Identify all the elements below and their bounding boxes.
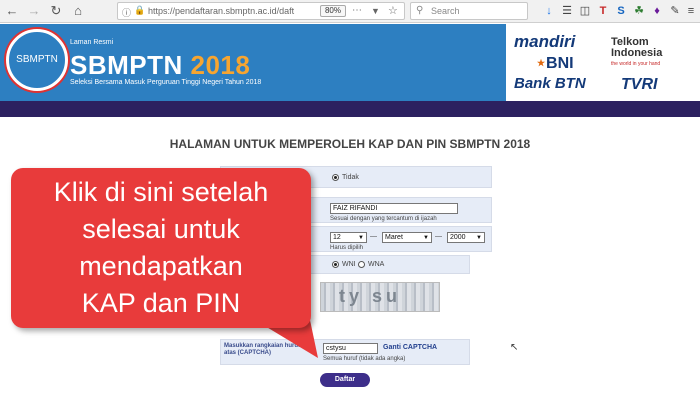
callout-text: Klik di sini setelah selesai untuk menda… [11,174,311,322]
mouse-cursor-icon: ↖ [510,342,519,353]
callout-line: Klik di sini setelah [53,177,269,207]
callout-line: KAP dan PIN [81,288,241,318]
callout-line: mendapatkan [79,251,243,281]
instruction-callout: Klik di sini setelah selesai untuk menda… [11,168,311,328]
callout-line: selesai untuk [82,214,240,244]
